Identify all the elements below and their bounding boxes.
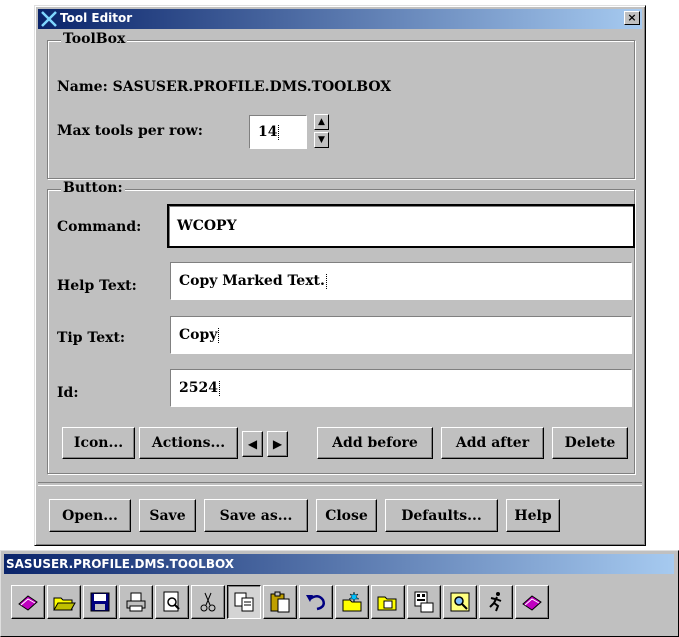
toolbox-legend: ToolBox [61,31,128,47]
spin-up-button[interactable]: ▲ [314,114,329,130]
toolbox-group [47,40,635,179]
previous-button[interactable]: ◀ [242,431,263,457]
book-icon[interactable] [11,585,45,619]
toolbox-title[interactable]: SASUSER.PROFILE.DMS.TOOLBOX [4,554,674,574]
id-value: 2524 [179,380,218,396]
tip-text-label: Tip Text: [57,330,126,346]
button-legend: Button: [61,180,125,196]
spin-down-button[interactable]: ▼ [314,132,329,148]
tip-text-value: Copy [179,327,218,343]
title-bar[interactable]: Tool Editor × [38,9,642,29]
save-as-button[interactable]: Save as... [204,499,308,532]
sas-logo-icon [41,11,57,27]
find-icon[interactable] [443,585,477,619]
defaults-button[interactable]: Defaults... [385,499,498,532]
toolbox-window: SASUSER.PROFILE.DMS.TOOLBOX [0,550,679,637]
tool-editor-dialog: Tool Editor × ToolBox Name: SASUSER.PROF… [34,5,646,546]
command-value: WCOPY [177,218,237,234]
icon-button[interactable]: Icon... [62,427,135,459]
open-folder-alt-icon[interactable] [371,585,405,619]
new-folder-icon[interactable] [335,585,369,619]
add-after-button[interactable]: Add after [441,427,544,459]
book-icon[interactable] [515,585,549,619]
help-text-input[interactable]: Copy Marked Text. [170,262,632,300]
next-button[interactable]: ▶ [267,431,288,457]
help-button[interactable]: Help [506,499,560,532]
max-tools-input[interactable]: 14 [249,115,307,149]
command-input[interactable]: WCOPY [167,204,635,248]
actions-button[interactable]: Actions... [139,427,238,459]
explorer-icon[interactable] [407,585,441,619]
id-label: Id: [57,385,79,401]
print-icon[interactable] [119,585,153,619]
undo-icon[interactable] [299,585,333,619]
text-cursor [278,124,281,140]
add-before-button[interactable]: Add before [317,427,433,459]
run-icon[interactable] [479,585,513,619]
command-label: Command: [57,219,142,235]
cut-icon[interactable] [191,585,225,619]
text-cursor [218,380,222,396]
divider [38,482,642,486]
help-text-label: Help Text: [57,278,137,294]
max-tools-label: Max tools per row: [57,123,203,139]
paste-icon[interactable] [263,585,297,619]
open-folder-icon[interactable] [47,585,81,619]
close-window-button[interactable]: × [624,11,640,25]
text-cursor [218,327,221,343]
toolbox-name-label: Name: SASUSER.PROFILE.DMS.TOOLBOX [57,79,392,95]
delete-button[interactable]: Delete [552,427,628,459]
help-text-value: Copy Marked Text. [179,273,325,289]
id-input[interactable]: 2524 [170,369,632,407]
copy-icon[interactable] [227,585,261,619]
tip-text-input[interactable]: Copy [170,316,632,354]
save-button[interactable]: Save [139,499,196,532]
max-tools-value: 14 [258,124,278,140]
print-preview-icon[interactable] [155,585,189,619]
close-button[interactable]: Close [316,499,377,532]
text-cursor [325,273,329,289]
window-title: Tool Editor [60,11,133,25]
save-icon[interactable] [83,585,117,619]
open-button[interactable]: Open... [49,499,131,532]
